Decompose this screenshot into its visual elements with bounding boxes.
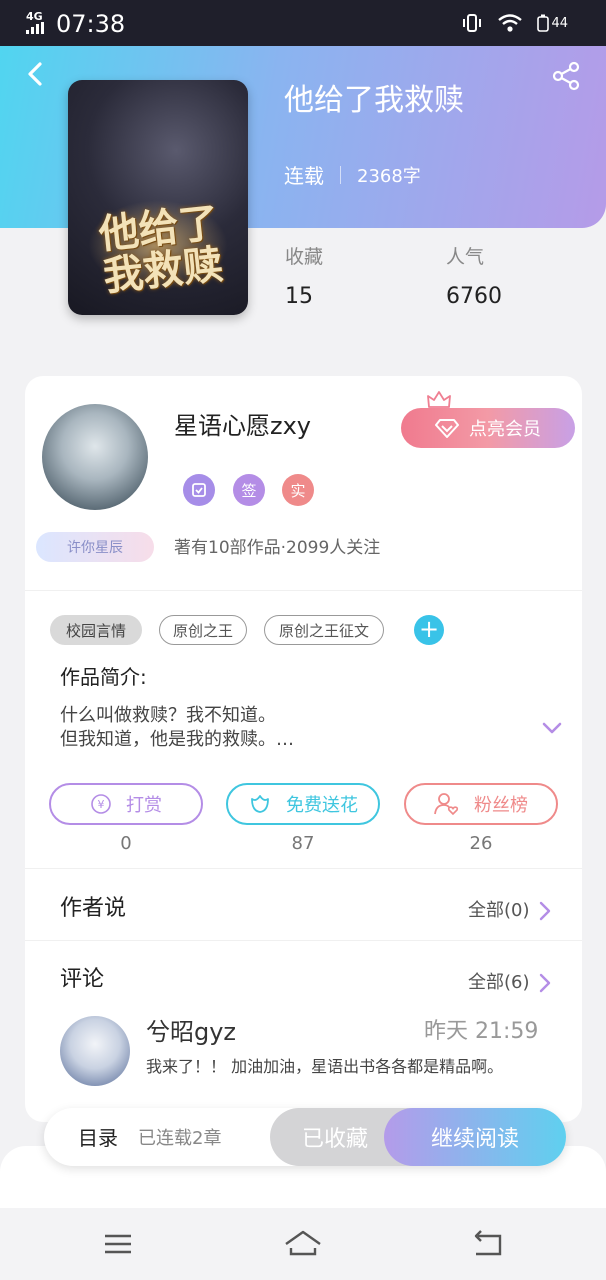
intro-label: 作品简介: [60,665,147,689]
author-info: 著有10部作品·2099人关注 [174,538,381,558]
menu-icon[interactable] [98,1224,138,1264]
battery-icon [537,14,550,32]
tip-button[interactable]: ¥ 打赏 [49,783,203,825]
signed-badge: 签 [233,474,265,506]
author-name[interactable]: 星语心愿zxy [174,410,311,442]
signal-icon [26,22,44,34]
user-heart-icon [434,793,459,816]
book-cover-image[interactable]: 他给了我救赎 [68,80,248,315]
book-meta: 连载 2368字 [284,160,421,189]
diamond-icon [435,419,459,438]
cover-title-art: 他给了我救赎 [96,198,226,301]
share-icon[interactable] [550,60,582,92]
verified-badge: 实 [282,474,314,506]
chevron-down-icon[interactable] [540,716,564,740]
send-flower-label: 免费送花 [286,795,358,816]
author-avatar[interactable] [42,404,148,510]
tip-count: 0 [120,833,132,854]
popularity-stat: 人气 6760 [446,244,502,312]
medal-icon [192,483,206,497]
status-bar: 4G 07:38 44 [0,0,606,46]
comments-more[interactable]: 全部(6) [468,970,552,996]
tip-label: 打赏 [126,795,162,816]
fan-ranking-button[interactable]: 粉丝榜 [404,783,558,825]
author-says-more-label: 全部(0) [468,900,530,921]
table-of-contents-button[interactable]: 目录 [78,1124,118,1152]
comments-more-label: 全部(6) [468,972,530,993]
serial-status: 连载 [284,164,324,188]
comment-text[interactable]: 我来了！！ 加油加油，星语出书各各都是精品啊。 [146,1056,536,1078]
crown-icon [427,391,451,408]
intro-text: 什么叫做救赎？我不知道。 但我知道，他是我的救赎。… [60,704,500,752]
favorites-stat: 收藏 15 [285,244,323,312]
battery-level: 44 [551,15,568,31]
tag-item[interactable]: 原创之王征文 [264,615,384,645]
word-count: 2368字 [357,165,421,187]
vibrate-icon [463,14,482,32]
intro-line: 但我知道，他是我的救赎。… [60,729,294,750]
divider [25,590,582,591]
book-title: 他给了我救赎 [284,83,464,118]
stat-value: 6760 [446,284,502,309]
back-arrow-icon[interactable] [22,60,50,88]
author-title-tag: 许你星辰 [36,532,154,562]
fan-count: 26 [469,833,493,854]
author-says-title: 作者说 [60,896,127,921]
commenter-avatar[interactable] [60,1016,130,1086]
wifi-icon [498,14,523,32]
divider [25,940,582,941]
author-says-more[interactable]: 全部(0) [468,898,552,924]
author-level-badge [183,474,215,506]
intro-line: 什么叫做救赎？我不知道。 [60,705,276,726]
meta-divider [340,165,341,184]
back-nav-icon[interactable] [468,1224,508,1264]
network-type: 4G [26,10,43,23]
yen-icon: ¥ [91,794,111,814]
send-flower-button[interactable]: 免费送花 [226,783,380,825]
divider [25,868,582,869]
tag-item[interactable]: 原创之王 [159,615,247,645]
stat-value: 15 [285,284,313,309]
flower-icon [251,795,269,813]
continue-reading-button[interactable]: 继续阅读 [384,1108,566,1166]
flower-count: 87 [291,833,315,854]
vip-button-label: 点亮会员 [469,419,541,440]
commenter-name[interactable]: 兮昭gyz [146,1016,236,1048]
add-tag-button[interactable]: + [414,615,444,645]
svg-text:¥: ¥ [98,798,105,811]
comment-time: 昨天 21:59 [424,1019,539,1044]
chapter-count: 已连载2章 [138,1128,222,1149]
chevron-right-icon [539,901,550,921]
comments-title: 评论 [60,967,105,992]
fan-ranking-label: 粉丝榜 [474,795,528,816]
activate-vip-button[interactable]: 点亮会员 [401,408,575,448]
stat-label: 收藏 [285,246,324,268]
clock: 07:38 [56,10,126,38]
home-icon[interactable] [283,1224,323,1264]
chevron-right-icon [539,973,550,993]
stat-label: 人气 [446,246,485,268]
tag-genre[interactable]: 校园言情 [50,615,142,645]
